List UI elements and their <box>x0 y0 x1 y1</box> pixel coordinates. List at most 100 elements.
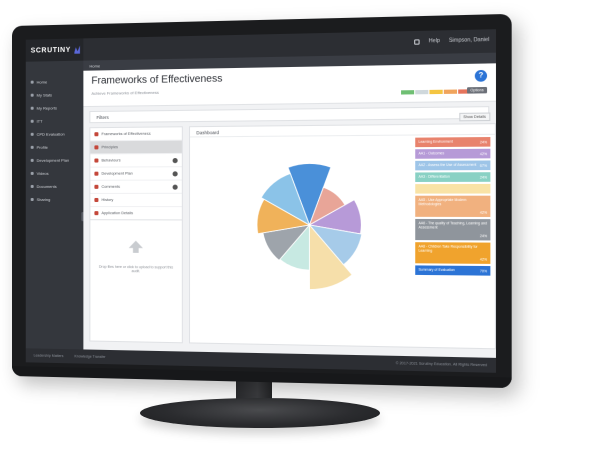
reports-icon <box>30 106 34 110</box>
nav-item-development-plan[interactable]: Development Plan <box>90 167 182 181</box>
monitor-base <box>140 398 380 428</box>
legend-label: AA3 - Differentiation <box>418 174 450 179</box>
stats-icon <box>30 93 34 97</box>
nav-item-label: Principles <box>101 145 119 150</box>
monitor-stage: SCRUTINY Help Simpson, Daniel Home Home … <box>0 0 600 461</box>
sidebar-item-my-reports[interactable]: My Reports <box>26 101 84 115</box>
legend-label: AA8 - Children Take Responsibility for L… <box>418 244 478 253</box>
sidebar-item-label: ITT <box>36 118 43 124</box>
legend-label: Summary of Evaluation <box>418 267 455 273</box>
footer-left: Leadership Matters <box>33 353 64 359</box>
sidebar-item-profile[interactable]: Profile <box>26 140 84 154</box>
legend-item[interactable]: Summary of Evaluation 70% <box>415 265 491 276</box>
options-button[interactable]: Options <box>466 86 488 94</box>
page-title: Frameworks of Effectiveness <box>91 73 223 87</box>
legend-percent: 42% <box>479 151 488 157</box>
documents-icon <box>30 184 34 188</box>
footer-mid: Knowledge Transfer <box>74 354 106 360</box>
legend-item[interactable]: AA5 - Use Appropriate Modern Methodologi… <box>415 195 491 217</box>
video-icon <box>30 171 34 175</box>
sidebar-item-label: CPD Evaluation <box>36 131 65 137</box>
status-chip <box>429 89 443 95</box>
itt-icon <box>30 119 34 123</box>
polar-pie-chart <box>225 146 395 304</box>
dashboard-title: Dashboard <box>196 130 220 136</box>
legend-percent: 24% <box>479 140 488 145</box>
help-menu[interactable]: Help <box>429 38 440 45</box>
plan-icon <box>94 171 99 176</box>
history-icon <box>94 197 99 203</box>
upload-dropzone[interactable]: Drop files here or click to upload to su… <box>90 219 182 343</box>
sidebar-item-my-stats[interactable]: My Stats <box>26 88 84 102</box>
nav-item-comments[interactable]: Comments <box>90 180 182 194</box>
nav-item-history[interactable]: History <box>90 193 182 208</box>
logo-mark-icon <box>74 46 80 54</box>
status-chip-strip <box>401 89 472 95</box>
legend-item[interactable]: AA1 - Outcomes 42% <box>415 148 491 159</box>
topbar-actions: Help Simpson, Daniel <box>414 37 489 45</box>
count-badge <box>172 170 178 176</box>
legend-label: Learning Environment <box>418 139 453 144</box>
sidebar-item-label: Home <box>36 79 48 85</box>
sidebar-item-label: My Stats <box>36 92 53 98</box>
nav-item-behaviours[interactable]: Behaviours <box>90 153 182 168</box>
legend-item[interactable]: AA8 - Children Take Responsibility for L… <box>415 242 491 264</box>
sidebar-item-label: Sharing <box>36 196 51 203</box>
legend-label: AA1 - Outcomes <box>418 151 445 156</box>
sidebar-item-sharing[interactable]: Sharing <box>26 193 84 206</box>
share-icon <box>30 197 34 201</box>
count-badge <box>172 157 178 163</box>
user-menu[interactable]: Simpson, Daniel <box>449 37 489 44</box>
legend-percent: 24% <box>479 234 488 239</box>
sidebar: Home My Stats My Reports ITT CPD Evaluat… <box>25 60 88 364</box>
legend-percent: 70% <box>479 269 488 274</box>
legend-item[interactable]: Learning Environment 24% <box>415 137 491 148</box>
dashboard-panel: Dashboard Show Details Learning Environm… <box>189 112 496 350</box>
legend-percent: 67% <box>479 163 488 168</box>
framework-nav-panel: Frameworks of Effectiveness Principles B… <box>89 126 183 344</box>
sidebar-item-documents[interactable]: Documents <box>26 180 84 193</box>
nav-item-label: Comments <box>101 184 120 189</box>
principles-icon <box>94 145 99 150</box>
legend-label: AA2 - Assess the Use of Assessment <box>418 162 477 168</box>
show-details-button[interactable]: Show Details <box>458 112 491 122</box>
status-chip <box>415 89 429 95</box>
notifications-icon[interactable] <box>414 38 420 45</box>
legend-item[interactable]: AA6 - The quality of Teaching, Learning … <box>415 218 491 241</box>
details-icon <box>94 211 99 216</box>
brand-name: SCRUTINY <box>30 46 71 55</box>
sidebar-item-itt[interactable]: ITT <box>26 114 84 128</box>
nav-item-label: Development Plan <box>101 171 133 176</box>
plan-icon <box>30 158 34 162</box>
sidebar-item-videos[interactable]: Videos <box>26 167 84 180</box>
main-content: Frameworks of Effectiveness Achieve Fram… <box>83 63 496 358</box>
nav-item-frameworks[interactable]: Frameworks of Effectiveness <box>90 127 182 142</box>
chart-legend: Learning Environment 24% AA1 - Outcomes 42%… <box>415 137 491 278</box>
nav-item-label: History <box>101 197 114 203</box>
footer-right: © 2017-2021 Scrutiny Education. All Righ… <box>395 361 488 368</box>
filters-label: Filters <box>96 114 109 121</box>
upload-icon <box>129 241 143 257</box>
sidebar-item-home[interactable]: Home <box>26 75 84 89</box>
nav-item-principles[interactable]: Principles <box>90 140 182 155</box>
nav-item-label: Behaviours <box>101 158 121 163</box>
sidebar-item-development-plan[interactable]: Development Plan <box>26 154 84 167</box>
screen: SCRUTINY Help Simpson, Daniel Home Home … <box>25 29 496 373</box>
legend-item[interactable]: AA3 - Differentiation 24% <box>415 172 491 182</box>
legend-label: AA5 - Use Appropriate Modern Methodologi… <box>418 197 467 207</box>
monitor: SCRUTINY Help Simpson, Daniel Home Home … <box>12 13 512 389</box>
cpd-icon <box>30 132 34 136</box>
sidebar-item-cpd[interactable]: CPD Evaluation <box>26 127 84 141</box>
status-chip <box>443 89 458 94</box>
breadcrumb-home[interactable]: Home <box>89 63 100 68</box>
sidebar-item-label: Development Plan <box>36 157 70 163</box>
framework-icon <box>94 132 99 137</box>
brand-logo[interactable]: SCRUTINY <box>25 38 84 62</box>
sidebar-item-label: Profile <box>36 144 48 150</box>
dashboard-header: Dashboard <box>190 124 495 138</box>
count-badge <box>172 184 178 190</box>
legend-item[interactable] <box>415 183 491 194</box>
status-chip <box>401 90 415 95</box>
legend-item[interactable]: AA2 - Assess the Use of Assessment 67% <box>415 160 491 171</box>
filters-bar[interactable]: Filters <box>89 106 490 124</box>
